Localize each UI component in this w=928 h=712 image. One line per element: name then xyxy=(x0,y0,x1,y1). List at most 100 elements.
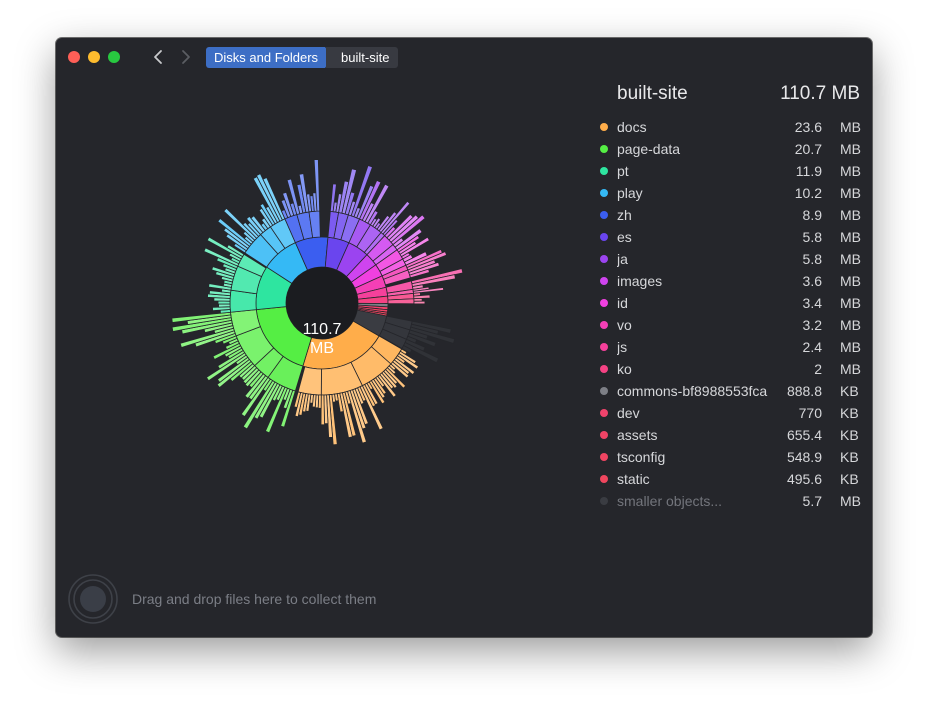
list-item-name: es xyxy=(617,229,632,245)
color-dot-icon xyxy=(600,409,608,417)
list-item-size: 11.9 xyxy=(795,163,822,179)
color-dot-icon xyxy=(600,211,608,219)
color-dot-icon xyxy=(600,387,608,395)
list-item[interactable]: zh 8.9 MB xyxy=(598,204,861,226)
color-dot-icon xyxy=(600,321,608,329)
list-item-unit: MB xyxy=(840,207,861,223)
list-item-unit: KB xyxy=(840,449,859,465)
list-item[interactable]: smaller objects... 5.7 MB xyxy=(598,490,861,512)
list-item-size: 888.8 xyxy=(786,383,822,399)
list-item[interactable]: images 3.6 MB xyxy=(598,270,861,292)
list-item-unit: MB xyxy=(840,361,861,377)
list-item[interactable]: pt 11.9 MB xyxy=(598,160,861,182)
list-item-name: zh xyxy=(617,207,632,223)
list-item[interactable]: ko 2 MB xyxy=(598,358,861,380)
list-item[interactable]: commons-bf8988553fca 888.8 KB xyxy=(598,380,860,402)
list-item[interactable]: vo 3.2 MB xyxy=(598,314,861,336)
app-window: Disks and Folders built-site 110.7 MB bu… xyxy=(56,38,872,637)
list-item-size: 5.7 xyxy=(802,493,822,509)
sunburst-leaf[interactable] xyxy=(413,300,426,305)
list-item[interactable]: docs 23.6 MB xyxy=(598,116,861,138)
color-dot-icon xyxy=(600,123,608,131)
list-item-name: ja xyxy=(617,251,628,267)
color-dot-icon xyxy=(600,365,608,373)
color-dot-icon xyxy=(600,145,608,153)
color-dot-icon xyxy=(600,497,608,505)
list-item-name: dev xyxy=(617,405,640,421)
list-item-size: 3.6 xyxy=(802,273,822,289)
list-item-size: 8.9 xyxy=(802,207,822,223)
list-item-name: ko xyxy=(617,361,632,377)
list-item[interactable]: dev 770 KB xyxy=(598,402,860,424)
list-item-unit: MB xyxy=(840,273,861,289)
list-item-unit: MB xyxy=(840,493,861,509)
color-dot-icon xyxy=(600,299,608,307)
list-item-unit: MB xyxy=(840,119,861,135)
list-item-size: 3.4 xyxy=(802,295,822,311)
color-dot-icon xyxy=(600,431,608,439)
list-item-unit: MB xyxy=(840,251,861,267)
list-item-size: 495.6 xyxy=(786,471,822,487)
drop-hint-text: Drag and drop files here to collect them xyxy=(132,591,377,607)
color-dot-icon xyxy=(600,277,608,285)
list-item-size: 5.8 xyxy=(802,251,822,267)
list-item-unit: MB xyxy=(840,141,861,157)
list-item-size: 770 xyxy=(798,405,822,421)
color-dot-icon xyxy=(600,475,608,483)
list-item-name: commons-bf8988553fca xyxy=(617,383,768,399)
color-dot-icon xyxy=(600,343,608,351)
color-dot-icon xyxy=(600,189,608,197)
list-item-unit: MB xyxy=(840,185,861,201)
list-item-size: 655.4 xyxy=(786,427,822,443)
list-item-unit: KB xyxy=(840,427,859,443)
list-item-unit: MB xyxy=(840,339,861,355)
list-item-unit: MB xyxy=(840,163,861,179)
color-dot-icon xyxy=(600,453,608,461)
folder-total-size: 110.7 MB xyxy=(780,83,860,104)
color-dot-icon xyxy=(600,255,608,263)
list-item-name: smaller objects... xyxy=(617,493,723,509)
collector-icon[interactable] xyxy=(68,574,118,624)
list-item[interactable]: js 2.4 MB xyxy=(598,336,861,358)
list-item-name: images xyxy=(617,273,663,289)
color-dot-icon xyxy=(600,167,608,175)
list-item-size: 2 xyxy=(814,361,822,377)
folder-item-list: docs 23.6 MB page-data 20.7 MB pt 11.9 MB play 10.… xyxy=(598,116,861,512)
list-item-unit: MB xyxy=(840,317,861,333)
list-item-name: tsconfig xyxy=(617,449,666,465)
sunburst-child-11-1[interactable] xyxy=(387,298,415,305)
folder-title: built-site xyxy=(617,83,688,104)
list-item[interactable]: assets 655.4 KB xyxy=(598,424,860,446)
list-item-size: 10.2 xyxy=(794,185,822,201)
list-item-size: 3.2 xyxy=(802,317,822,333)
list-item-name: vo xyxy=(617,317,632,333)
list-item-size: 23.6 xyxy=(794,119,822,135)
list-item-unit: MB xyxy=(840,295,861,311)
list-item[interactable]: page-data 20.7 MB xyxy=(598,138,861,160)
list-item-name: docs xyxy=(617,119,647,135)
list-item-name: assets xyxy=(617,427,658,443)
list-item-unit: KB xyxy=(840,405,859,421)
list-item-unit: KB xyxy=(840,383,859,399)
list-item-size: 2.4 xyxy=(802,339,822,355)
color-dot-icon xyxy=(600,233,608,241)
list-item-size: 548.9 xyxy=(786,449,822,465)
list-item-name: static xyxy=(617,471,650,487)
list-item-name: js xyxy=(617,339,628,355)
center-size-value: 110.7 xyxy=(302,321,342,338)
list-item[interactable]: play 10.2 MB xyxy=(598,182,861,204)
center-size-unit: MB xyxy=(310,340,334,357)
list-item[interactable]: tsconfig 548.9 KB xyxy=(598,446,860,468)
list-item-name: id xyxy=(617,295,628,311)
list-item[interactable]: id 3.4 MB xyxy=(598,292,861,314)
list-item-name: play xyxy=(617,185,643,201)
list-item-unit: KB xyxy=(840,471,859,487)
list-item[interactable]: ja 5.8 MB xyxy=(598,248,861,270)
list-item[interactable]: es 5.8 MB xyxy=(598,226,861,248)
list-item-name: pt xyxy=(617,163,629,179)
list-item-unit: MB xyxy=(840,229,861,245)
list-item-size: 20.7 xyxy=(794,141,822,157)
list-item-size: 5.8 xyxy=(802,229,822,245)
center-size-label[interactable]: 110.7 MB xyxy=(282,320,362,358)
list-item[interactable]: static 495.6 KB xyxy=(598,468,860,490)
